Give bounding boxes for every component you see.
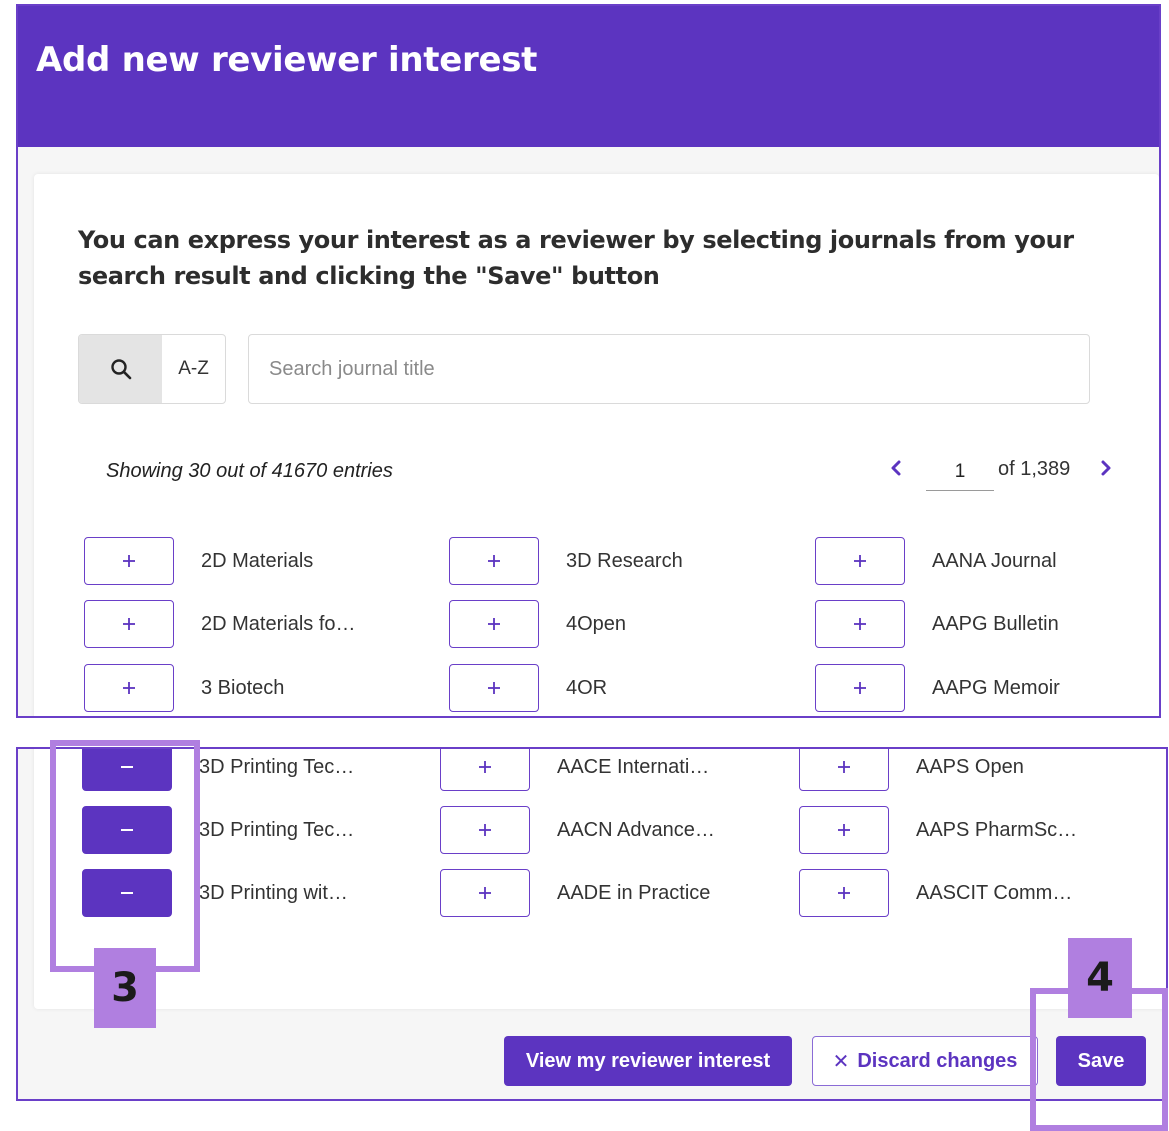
journal-entry: 2D Materials fo… bbox=[84, 599, 356, 649]
journal-title: 3D Printing Tec… bbox=[199, 755, 355, 778]
az-mode-button[interactable]: A-Z bbox=[162, 335, 225, 403]
journal-title: AADE in Practice bbox=[557, 881, 711, 904]
journal-entry: AAPS PharmSc… bbox=[799, 805, 1077, 855]
journal-title: 2D Materials bbox=[201, 549, 314, 572]
plus-icon bbox=[123, 618, 135, 630]
journal-entry: AAPS Open bbox=[799, 749, 1024, 792]
add-journal-button[interactable] bbox=[84, 600, 174, 648]
plus-icon bbox=[479, 761, 491, 773]
search-mode-button[interactable] bbox=[79, 335, 162, 403]
add-journal-button[interactable] bbox=[84, 664, 174, 712]
chevron-right-icon bbox=[1101, 460, 1111, 476]
journal-selection-card: You can express your interest as a revie… bbox=[34, 174, 1159, 716]
journal-title: 2D Materials fo… bbox=[201, 612, 356, 635]
add-journal-button[interactable] bbox=[449, 537, 539, 585]
plus-icon bbox=[838, 887, 850, 899]
reviewer-interest-panel-top: Add new reviewer interest You can expres… bbox=[16, 4, 1161, 718]
journal-title: AAPG Memoir bbox=[932, 676, 1060, 699]
next-page-button[interactable] bbox=[1094, 456, 1118, 480]
add-journal-button[interactable] bbox=[815, 600, 905, 648]
add-journal-button[interactable] bbox=[449, 664, 539, 712]
journal-title: 3D Research bbox=[566, 549, 683, 572]
journal-entry: 4Open bbox=[449, 599, 626, 649]
previous-page-button[interactable] bbox=[884, 456, 908, 480]
search-input[interactable] bbox=[248, 334, 1090, 404]
view-reviewer-interest-button[interactable]: View my reviewer interest bbox=[504, 1036, 792, 1086]
journal-entry: AACN Advance… bbox=[440, 805, 715, 855]
journal-title: 4OR bbox=[566, 676, 608, 699]
journal-title: AAPS Open bbox=[916, 755, 1024, 778]
plus-icon bbox=[854, 618, 866, 630]
journal-entry: AANA Journal bbox=[815, 536, 1057, 586]
add-journal-button[interactable] bbox=[440, 806, 530, 854]
chevron-left-icon bbox=[891, 460, 901, 476]
journal-title: 3 Biotech bbox=[201, 676, 285, 699]
journal-entry: AAPG Memoir bbox=[815, 663, 1060, 713]
plus-icon bbox=[854, 682, 866, 694]
plus-icon bbox=[123, 555, 135, 567]
discard-changes-button[interactable]: ✕ Discard changes bbox=[812, 1036, 1038, 1086]
plus-icon bbox=[123, 682, 135, 694]
search-mode-toggle: A-Z bbox=[78, 334, 226, 404]
plus-icon bbox=[488, 682, 500, 694]
journal-title: AAPG Bulletin bbox=[932, 612, 1059, 635]
add-journal-button[interactable] bbox=[799, 869, 889, 917]
header-bar: Add new reviewer interest bbox=[18, 6, 1159, 147]
page-number-input[interactable] bbox=[926, 454, 994, 491]
plus-icon bbox=[488, 555, 500, 567]
results-count: Showing 30 out of 41670 entries bbox=[106, 460, 393, 482]
plus-icon bbox=[479, 824, 491, 836]
pagination: of 1,389 bbox=[884, 452, 1114, 492]
add-journal-button[interactable] bbox=[440, 749, 530, 791]
journal-entry: AADE in Practice bbox=[440, 868, 710, 918]
journal-entry: AASCIT Comm… bbox=[799, 868, 1072, 918]
journal-entry: 2D Materials bbox=[84, 536, 313, 586]
close-icon: ✕ bbox=[832, 1050, 850, 1073]
instruction-text: You can express your interest as a revie… bbox=[78, 226, 1074, 290]
add-journal-button[interactable] bbox=[84, 537, 174, 585]
add-journal-button[interactable] bbox=[449, 600, 539, 648]
add-journal-button[interactable] bbox=[815, 537, 905, 585]
journal-entry: 3 Biotech bbox=[84, 663, 284, 713]
page-total: of 1,389 bbox=[998, 458, 1071, 480]
journal-title: AACN Advance… bbox=[557, 818, 715, 841]
journal-entry: AAPG Bulletin bbox=[815, 599, 1059, 649]
plus-icon bbox=[854, 555, 866, 567]
journal-title: AANA Journal bbox=[932, 549, 1057, 572]
annotation-box-step-3 bbox=[50, 740, 200, 972]
journal-title: 3D Printing Tec… bbox=[199, 818, 355, 841]
journal-title: 3D Printing wit… bbox=[199, 881, 348, 904]
annotation-label-step-4: 4 bbox=[1068, 938, 1132, 1018]
journal-entry: AACE Internati… bbox=[440, 749, 710, 792]
journal-title: AACE Internati… bbox=[557, 755, 710, 778]
journal-title: AAPS PharmSc… bbox=[916, 818, 1078, 841]
plus-icon bbox=[479, 887, 491, 899]
journal-title: AASCIT Comm… bbox=[916, 881, 1073, 904]
plus-icon bbox=[838, 824, 850, 836]
add-journal-button[interactable] bbox=[815, 664, 905, 712]
add-journal-button[interactable] bbox=[799, 806, 889, 854]
plus-icon bbox=[488, 618, 500, 630]
journal-entry: 4OR bbox=[449, 663, 607, 713]
add-journal-button[interactable] bbox=[440, 869, 530, 917]
discard-changes-label: Discard changes bbox=[857, 1049, 1018, 1072]
journal-title: 4Open bbox=[566, 612, 627, 635]
annotation-label-step-3: 3 bbox=[94, 948, 156, 1028]
page-title: Add new reviewer interest bbox=[36, 40, 538, 80]
journal-selection-card-continued: 3D Printing Tec… AACE Internati… AAPS Open… bbox=[34, 749, 1166, 1009]
journal-entry: 3D Research bbox=[449, 536, 683, 586]
plus-icon bbox=[838, 761, 850, 773]
search-icon bbox=[110, 359, 131, 380]
add-journal-button[interactable] bbox=[799, 749, 889, 791]
